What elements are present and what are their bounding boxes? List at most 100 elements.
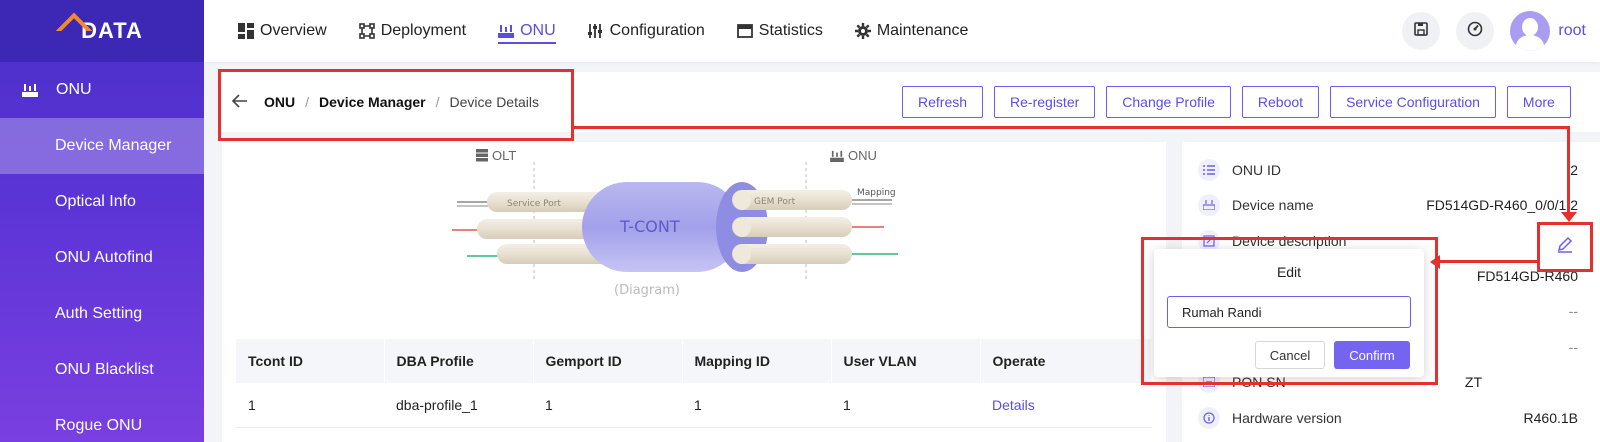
info-label: Device name <box>1232 197 1314 213</box>
save-button[interactable] <box>1402 12 1441 50</box>
sidebar-item-label: ONU Blacklist <box>55 361 154 378</box>
info-onu-id: ONU ID 2 <box>1198 158 1578 182</box>
dashboard-button[interactable] <box>1456 12 1495 50</box>
column-header: Tcont ID <box>236 339 385 383</box>
service-configuration-button[interactable]: Service Configuration <box>1330 86 1496 118</box>
tcont-label: T-CONT <box>619 217 680 236</box>
sidebar-item-label: Device Manager <box>55 137 172 154</box>
onu-icon <box>830 150 844 162</box>
info-value: -- <box>1568 339 1578 355</box>
column-header: Operate <box>980 339 1152 383</box>
sidebar-item-onu-autofind[interactable]: ONU Autofind <box>0 230 204 286</box>
sidebar-item-onu-blacklist[interactable]: ONU Blacklist <box>0 342 204 398</box>
nav-label: ONU <box>520 22 556 39</box>
tcont-panel: OLT ONU Service Port GEM Port T-CONT Map… <box>222 142 1166 442</box>
deploy-icon <box>358 23 375 39</box>
device-icon <box>1198 194 1220 216</box>
change-profile-button[interactable]: Change Profile <box>1106 86 1231 118</box>
logo-mark: DATA <box>55 12 143 50</box>
edit-description-button[interactable] <box>1537 222 1593 272</box>
main-nav: Overview Deployment ONU Configuration St… <box>238 0 1000 62</box>
action-buttons: Refresh Re-register Change Profile Reboo… <box>902 86 1582 118</box>
highlight-popover <box>1141 237 1438 385</box>
list-icon <box>1198 159 1220 181</box>
sidebar-group-onu[interactable]: ONU <box>0 62 204 118</box>
table-cell: 1 <box>682 383 831 428</box>
olt-label: OLT <box>476 148 516 163</box>
nav-statistics[interactable]: Statistics <box>736 0 823 62</box>
gauge-icon <box>1467 21 1483 42</box>
service-port-label: Service Port <box>507 199 561 209</box>
onu-label-text: ONU <box>848 148 877 163</box>
nav-configuration[interactable]: Configuration <box>587 0 705 62</box>
sidebar-item-rogue-onu[interactable]: Rogue ONU <box>0 398 204 442</box>
nav-label: Overview <box>260 22 327 39</box>
grid-icon <box>238 23 254 39</box>
table-cell: 1 <box>831 383 980 428</box>
sidebar-item-label: Auth Setting <box>55 305 143 322</box>
annotation-arrowhead <box>1430 255 1440 269</box>
gear-icon <box>854 23 871 39</box>
details-link[interactable]: Details <box>980 383 1152 428</box>
refresh-button[interactable]: Refresh <box>902 86 984 118</box>
sidebar-item-optical-info[interactable]: Optical Info <box>0 174 204 230</box>
sidebar-group-label: ONU <box>56 81 92 98</box>
sidebar-item-device-manager[interactable]: Device Manager <box>0 118 204 174</box>
nav-label: Statistics <box>758 22 823 39</box>
table-row: 1 dba-profile_1 1 1 1 Details <box>236 383 1152 428</box>
top-right-tools: root <box>1386 11 1586 51</box>
tcont-diagram: Service Port GEM Port T-CONT Mapping (Di… <box>452 162 898 298</box>
info-value: ZT <box>1464 374 1482 390</box>
nav-label: Maintenance <box>876 22 969 39</box>
table-cell: 1 <box>236 383 384 428</box>
annotation-line <box>1440 260 1537 263</box>
column-header: Gemport ID <box>533 339 683 383</box>
nav-onu[interactable]: ONU <box>498 0 556 62</box>
sidebar: DATA ONU Device Manager Optical Info ONU… <box>0 0 204 442</box>
info-value: FD514GD-R460_0/0/1:2 <box>1426 197 1578 213</box>
diagram-caption: (Diagram) <box>614 283 680 298</box>
column-header: DBA Profile <box>384 339 534 383</box>
nav-label: Deployment <box>380 22 467 39</box>
info-hardware-version: Hardware version R460.1B <box>1198 406 1578 430</box>
pencil-icon <box>1556 236 1574 259</box>
annotation-line <box>1567 126 1570 216</box>
info-label: Hardware version <box>1232 410 1342 426</box>
column-header: Mapping ID <box>682 339 832 383</box>
sliders-icon <box>587 23 604 39</box>
sidebar-item-label: ONU Autofind <box>55 249 153 266</box>
save-icon <box>1413 21 1429 42</box>
table-cell: 1 <box>533 383 682 428</box>
sidebar-item-auth-setting[interactable]: Auth Setting <box>0 286 204 342</box>
olt-label-text: OLT <box>492 148 517 163</box>
nav-overview[interactable]: Overview <box>238 0 327 62</box>
nav-deployment[interactable]: Deployment <box>358 0 467 62</box>
window-icon <box>736 24 753 38</box>
re-register-button[interactable]: Re-register <box>994 86 1096 118</box>
info-device-name: Device name FD514GD-R460_0/0/1:2 <box>1198 193 1578 217</box>
top-navbar: Overview Deployment ONU Configuration St… <box>204 0 1600 62</box>
info-icon <box>1198 407 1220 429</box>
gem-port-label: GEM Port <box>754 197 796 207</box>
onu-icon <box>498 24 515 38</box>
info-value: R460.1B <box>1523 410 1578 426</box>
highlight-breadcrumb <box>218 69 574 141</box>
info-value: -- <box>1568 303 1578 319</box>
server-icon <box>476 149 488 162</box>
annotation-arrowhead <box>1561 212 1577 222</box>
reboot-button[interactable]: Reboot <box>1241 86 1320 118</box>
mapping-label: Mapping <box>857 188 896 198</box>
info-value: 2 <box>1570 162 1578 178</box>
avatar[interactable] <box>1510 11 1551 51</box>
onu-icon <box>22 83 38 97</box>
tcont-table: Tcont ID DBA Profile Gemport ID Mapping … <box>236 339 1152 428</box>
annotation-line <box>574 126 1570 129</box>
sidebar-item-label: Optical Info <box>55 193 136 210</box>
table-header-row: Tcont ID DBA Profile Gemport ID Mapping … <box>236 339 1152 383</box>
nav-maintenance[interactable]: Maintenance <box>854 0 969 62</box>
more-button[interactable]: More <box>1506 86 1571 118</box>
info-label: ONU ID <box>1232 162 1281 178</box>
user-name[interactable]: root <box>1558 22 1586 40</box>
column-header: User VLAN <box>831 339 981 383</box>
nav-label: Configuration <box>609 22 705 39</box>
